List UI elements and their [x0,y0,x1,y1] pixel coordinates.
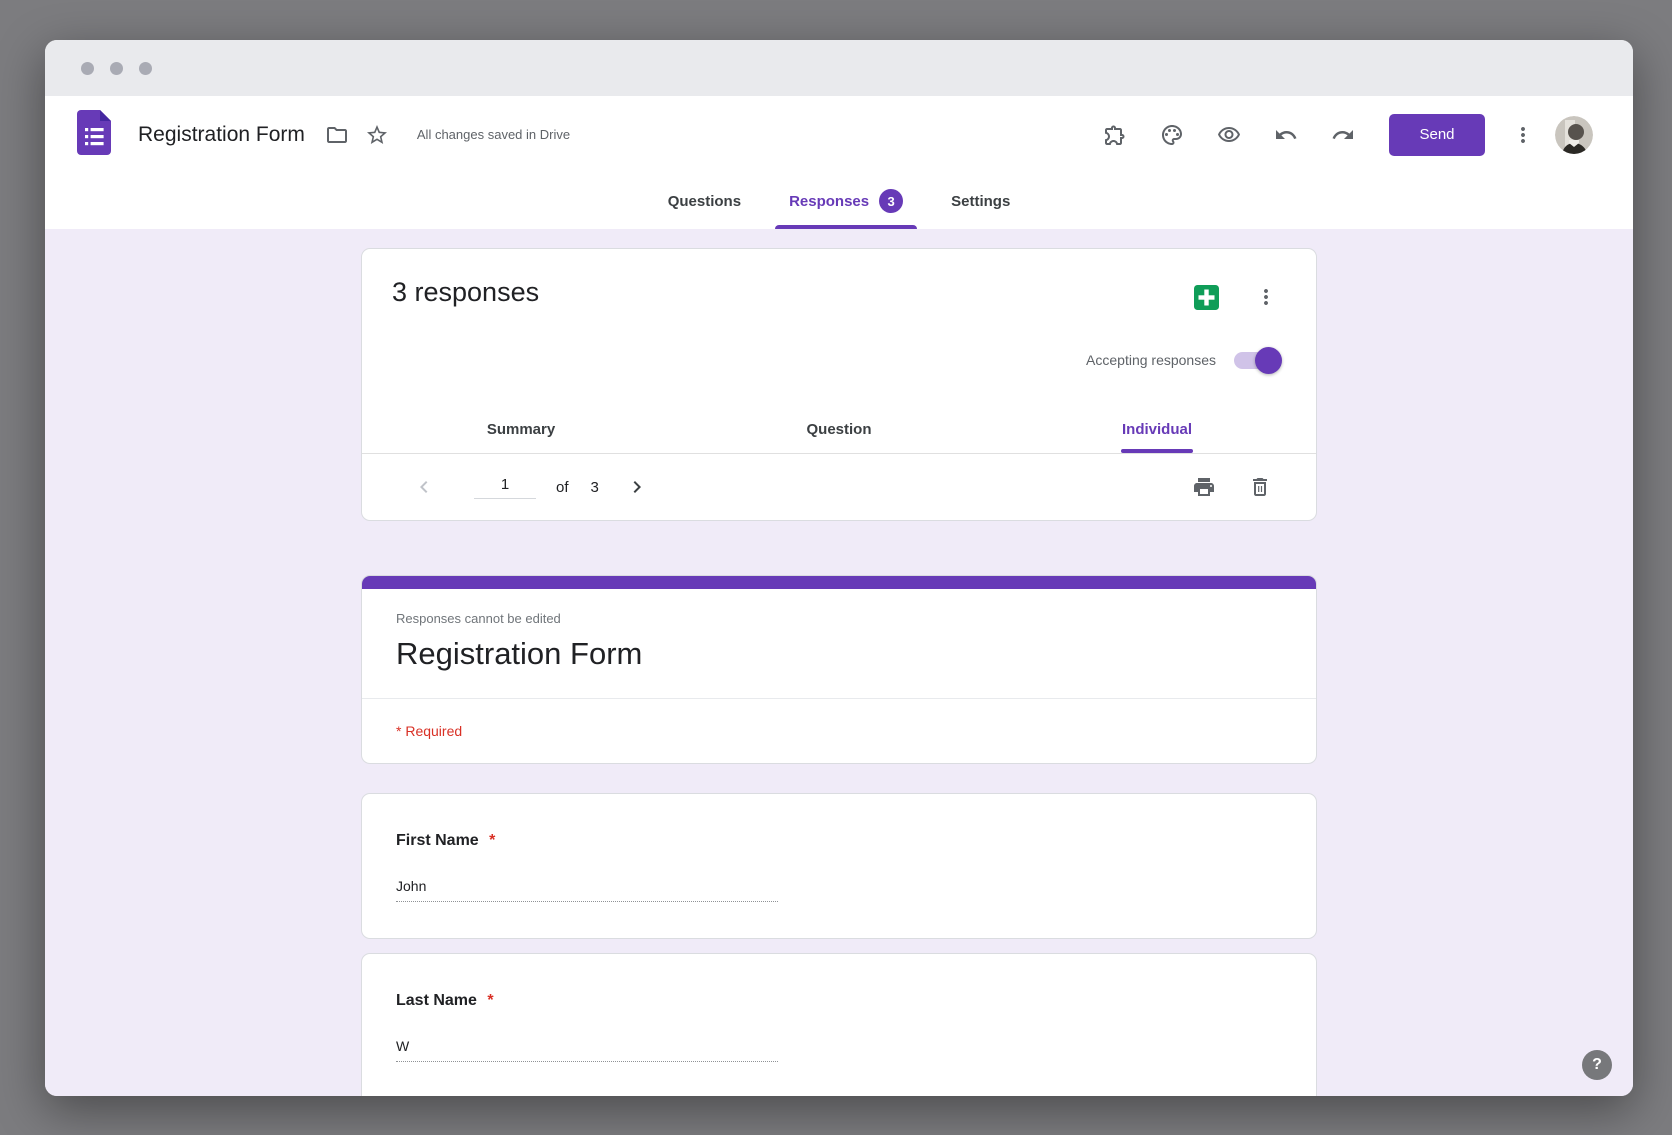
header-toolbar [1095,115,1363,155]
move-to-folder-button[interactable] [317,115,357,155]
print-response-button[interactable] [1184,467,1224,507]
document-title[interactable]: Registration Form [138,123,305,147]
tab-responses[interactable]: Responses 3 [765,173,927,229]
window-control-dot[interactable] [81,62,94,75]
avatar[interactable] [1555,116,1593,154]
tab-settings[interactable]: Settings [927,173,1034,229]
star-icon [365,123,389,147]
help-button[interactable]: ? [1582,1050,1612,1080]
forms-logo-icon[interactable] [77,110,111,160]
accepting-responses-toggle[interactable] [1234,352,1276,369]
tab-question[interactable]: Question [680,405,998,453]
send-button[interactable]: Send [1389,114,1485,156]
toggle-knob [1255,347,1282,374]
window-control-dot[interactable] [139,62,152,75]
question-card-first-name: First Name * John [361,793,1317,939]
window-titlebar [45,40,1633,96]
question-label: Last Name [396,992,477,1009]
trash-icon [1248,475,1272,499]
customize-theme-button[interactable] [1152,115,1192,155]
app-window: Registration Form All changes saved in D… [45,40,1633,1096]
required-asterisk: * [489,832,495,849]
form-header-card: Responses cannot be edited Registration … [361,575,1317,764]
tab-responses-label: Responses [789,193,869,210]
pager-of-label: of [556,479,569,496]
preview-button[interactable] [1209,115,1249,155]
form-title: Registration Form [362,626,1316,698]
required-asterisk: * [487,992,493,1009]
tab-questions-label: Questions [668,193,741,210]
redo-icon [1331,123,1355,147]
form-accent-bar [362,576,1316,589]
chevron-left-icon [412,475,436,499]
tab-questions[interactable]: Questions [644,173,765,229]
star-button[interactable] [357,115,397,155]
responses-count-badge: 3 [879,189,903,213]
response-pager: 1 of 3 [362,454,1316,520]
tab-question-label: Question [806,421,871,438]
responses-more-button[interactable] [1246,277,1286,317]
app-header: Registration Form All changes saved in D… [45,96,1633,173]
folder-icon [325,123,349,147]
required-note: * Required [362,699,1316,763]
more-vert-icon [1254,285,1278,309]
help-icon: ? [1592,1056,1602,1074]
delete-response-button[interactable] [1240,467,1280,507]
palette-icon [1160,123,1184,147]
sheets-icon [1193,284,1220,311]
responses-card: 3 responses [361,248,1317,521]
tab-settings-label: Settings [951,193,1010,210]
eye-icon [1217,123,1241,147]
tab-individual[interactable]: Individual [998,405,1316,453]
undo-button[interactable] [1266,115,1306,155]
responses-view-tabs: Summary Question Individual [362,405,1316,453]
previous-response-button[interactable] [404,467,444,507]
main-content: 3 responses [45,229,1633,1096]
pager-total: 3 [591,479,599,496]
question-label: First Name [396,832,479,849]
add-ons-button[interactable] [1095,115,1135,155]
undo-icon [1274,123,1298,147]
tab-summary-label: Summary [487,421,555,438]
answer-text: W [396,1038,778,1062]
form-nav-tabs: Questions Responses 3 Settings [45,173,1633,229]
redo-button[interactable] [1323,115,1363,155]
more-options-button[interactable] [1503,115,1543,155]
accepting-responses-label: Accepting responses [1086,352,1216,368]
save-status-text: All changes saved in Drive [417,127,570,142]
more-vert-icon [1511,123,1535,147]
next-response-button[interactable] [617,467,657,507]
edit-notice: Responses cannot be edited [362,589,1316,626]
tab-summary[interactable]: Summary [362,405,680,453]
chevron-right-icon [625,475,649,499]
puzzle-icon [1103,123,1127,147]
question-card-last-name: Last Name * W [361,953,1317,1096]
response-number-input[interactable]: 1 [474,476,536,499]
window-control-dot[interactable] [110,62,123,75]
answer-text: John [396,878,778,902]
print-icon [1192,475,1216,499]
view-in-sheets-button[interactable] [1186,277,1226,317]
responses-count-title: 3 responses [392,277,539,308]
tab-individual-label: Individual [1122,421,1192,438]
